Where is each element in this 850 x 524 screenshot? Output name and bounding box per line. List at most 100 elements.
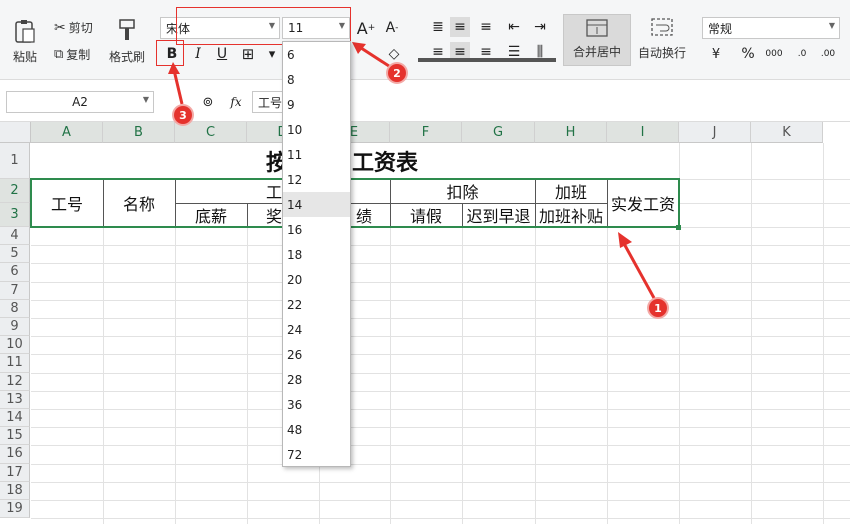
copy-icon: ⧉ [54, 47, 64, 62]
row-header-1[interactable]: 1 [0, 143, 30, 179]
font-size-option[interactable]: 8 [283, 67, 350, 92]
row-header-18[interactable]: 18 [0, 481, 30, 500]
column-header-c[interactable]: C [175, 122, 247, 143]
border-icon[interactable]: ⊞ [238, 44, 258, 64]
increase-decimal-icon[interactable]: .0 [792, 44, 812, 64]
font-size-option[interactable]: 22 [283, 292, 350, 317]
fill-color-icon[interactable]: ▾ [262, 44, 282, 64]
grid-line [31, 245, 850, 247]
wrap-text-label: 自动换行 [637, 46, 686, 60]
decrease-font-icon[interactable]: A- [382, 18, 402, 38]
align-middle-icon[interactable]: ≡ [450, 17, 470, 37]
font-size-dropdown[interactable]: 6 8 9 10 11 12 14 16 18 20 22 24 26 28 36 48 72 [282, 41, 351, 467]
font-size-option[interactable]: 36 [283, 392, 350, 417]
formula-input[interactable]: 工号 [252, 91, 282, 113]
row-header-8[interactable]: 8 [0, 299, 30, 318]
column-header-j[interactable]: J [679, 122, 751, 143]
selection-range [30, 178, 680, 228]
row-header-14[interactable]: 14 [0, 409, 30, 428]
format-painter-button[interactable]: 格式刷 [106, 18, 148, 65]
callout-badge-2: 2 [388, 64, 406, 82]
row-header-11[interactable]: 11 [0, 354, 30, 373]
column-header-i[interactable]: I [607, 122, 679, 143]
font-size-option[interactable]: 10 [283, 117, 350, 142]
grid-line [31, 318, 850, 319]
font-size-option[interactable]: 11 [283, 142, 350, 167]
decrease-decimal-icon[interactable]: .00 [818, 44, 838, 64]
indent-decrease-icon[interactable]: ⇤ [504, 17, 524, 37]
chevron-down-icon: ▼ [142, 95, 149, 104]
name-box[interactable]: A2 ▼ [6, 91, 154, 113]
align-bottom-icon[interactable]: ≡ [476, 17, 496, 37]
thousands-icon[interactable]: 000 [764, 44, 784, 64]
spreadsheet-grid[interactable]: ABCDEFGHIJK 1234567891011121314151617181… [0, 122, 850, 524]
underline-button[interactable]: U [212, 44, 232, 64]
paste-icon [15, 20, 35, 43]
copy-button[interactable]: ⧉ 复制 [54, 46, 90, 63]
select-all-corner[interactable] [0, 122, 31, 143]
row-header-12[interactable]: 12 [0, 372, 30, 391]
wrap-text-button[interactable]: 自动换行 [636, 18, 688, 61]
row-header-9[interactable]: 9 [0, 318, 30, 337]
grid-line [31, 500, 850, 501]
font-size-option[interactable]: 28 [283, 367, 350, 392]
font-size-option[interactable]: 26 [283, 342, 350, 367]
column-header-b[interactable]: B [103, 122, 175, 143]
number-format-select[interactable]: 常规 ▼ [702, 17, 840, 39]
row-header-19[interactable]: 19 [0, 500, 30, 519]
wrap-icon [651, 18, 673, 36]
row-header-17[interactable]: 17 [0, 463, 30, 482]
column-header-g[interactable]: G [462, 122, 535, 143]
increase-font-icon[interactable]: A + [356, 18, 376, 38]
font-size-option[interactable]: 16 [283, 217, 350, 242]
brush-icon [119, 19, 135, 40]
grid-line [31, 518, 850, 520]
zoom-icon[interactable]: ⊚ [198, 92, 218, 112]
row-header-2[interactable]: 2 [0, 179, 30, 203]
title-text-right: 工资表 [352, 150, 419, 176]
merge-center-button[interactable]: 合并居中 [563, 14, 631, 66]
column-header-h[interactable]: H [535, 122, 607, 143]
formula-bar: A2 ▼ ⊚ fx 工号 [0, 80, 850, 122]
cut-label: 剪切 [68, 21, 93, 35]
row-header-10[interactable]: 10 [0, 336, 30, 355]
ribbon-underline-bar [418, 58, 556, 62]
callout-badge-1: 1 [649, 299, 667, 317]
grid-line [31, 336, 850, 338]
font-size-option[interactable]: 72 [283, 442, 350, 467]
copy-label: 复制 [66, 48, 91, 62]
font-size-option[interactable]: 20 [283, 267, 350, 292]
paste-button[interactable]: 粘贴 [6, 18, 44, 65]
font-size-option[interactable]: 12 [283, 167, 350, 192]
font-highlight-box [176, 7, 351, 45]
grid-line [31, 372, 850, 374]
percent-icon[interactable]: % [738, 44, 758, 64]
font-size-option[interactable]: 18 [283, 242, 350, 267]
row-header-4[interactable]: 4 [0, 227, 30, 246]
row-header-7[interactable]: 7 [0, 281, 30, 300]
row-header-15[interactable]: 15 [0, 427, 30, 446]
grid-line [31, 390, 850, 392]
row-header-3[interactable]: 3 [0, 203, 30, 227]
row-header-16[interactable]: 16 [0, 445, 30, 464]
row-header-6[interactable]: 6 [0, 263, 30, 282]
merge-icon [586, 19, 608, 37]
merge-center-label: 合并居中 [572, 45, 621, 59]
currency-icon[interactable]: ¥ [706, 44, 726, 64]
column-header-f[interactable]: F [390, 122, 462, 143]
font-size-option[interactable]: 6 [283, 42, 350, 67]
column-header-a[interactable]: A [31, 122, 103, 143]
grid-line [31, 481, 850, 483]
font-size-option[interactable]: 9 [283, 92, 350, 117]
cut-button[interactable]: ✂ 剪切 [54, 19, 93, 36]
align-top-icon[interactable]: ≣ [428, 17, 448, 37]
row-header-5[interactable]: 5 [0, 245, 30, 264]
font-size-option[interactable]: 24 [283, 317, 350, 342]
font-size-option[interactable]: 48 [283, 417, 350, 442]
font-size-option[interactable]: 14 [283, 192, 350, 217]
column-header-k[interactable]: K [751, 122, 823, 143]
indent-increase-icon[interactable]: ⇥ [530, 17, 550, 37]
grid-line [31, 263, 850, 265]
fx-icon[interactable]: fx [226, 92, 246, 112]
row-header-13[interactable]: 13 [0, 390, 30, 409]
